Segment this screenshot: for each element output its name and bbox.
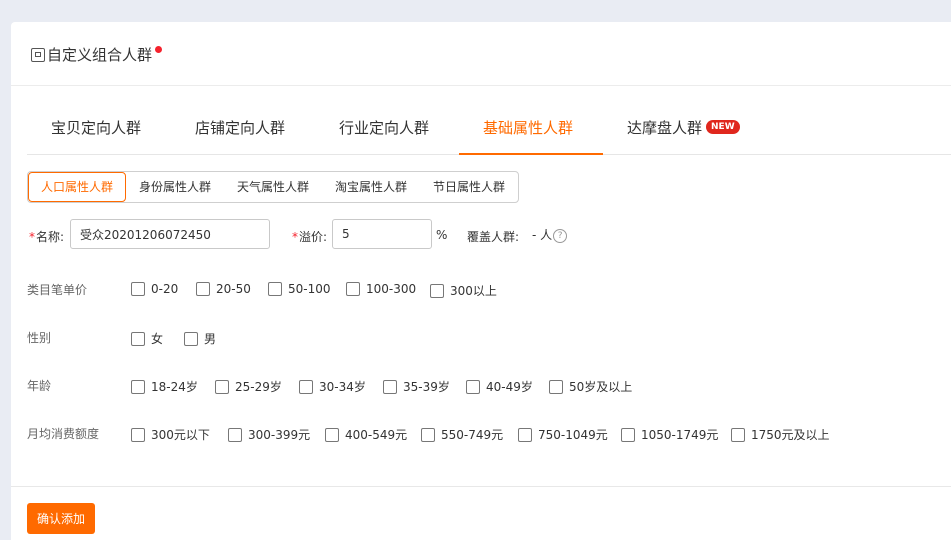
checkbox-box: [268, 282, 282, 296]
checkbox-option[interactable]: 300元以下: [131, 426, 210, 443]
checkbox-option[interactable]: 750-1049元: [518, 426, 608, 443]
confirm-add-button[interactable]: 确认添加: [27, 503, 95, 534]
checkbox-option[interactable]: 20-50: [196, 282, 251, 296]
checkbox-box: [184, 331, 198, 346]
spending-group-label: 月均消费额度: [27, 427, 100, 441]
crowd-icon: [31, 47, 45, 62]
checkbox-option[interactable]: 50-100: [268, 282, 331, 296]
checkbox-box: [131, 282, 145, 296]
checkbox-option[interactable]: 1750元及以上: [731, 426, 830, 443]
checkbox-box: [346, 282, 360, 296]
custom-crowd-panel: 自定义组合人群 宝贝定向人群 店铺定向人群 行业定向人群 基础属性人群 达摩盘人…: [11, 22, 951, 540]
price-group-label: 类目笔单价: [27, 283, 88, 297]
checkbox-option[interactable]: 50岁及以上: [549, 378, 632, 395]
name-input[interactable]: [70, 219, 270, 249]
gender-group-label: 性别: [27, 331, 52, 345]
checkbox-box: [131, 331, 145, 346]
checkbox-option[interactable]: 女: [131, 330, 163, 347]
tab-shop-crowd[interactable]: 店铺定向人群: [195, 106, 285, 154]
checkbox-box: [131, 379, 145, 394]
checkbox-option[interactable]: 25-29岁: [215, 378, 282, 395]
attribute-subtabs: 人口属性人群 身份属性人群 天气属性人群 淘宝属性人群 节日属性人群: [27, 171, 519, 203]
help-icon[interactable]: ?: [553, 228, 568, 243]
checkbox-option[interactable]: 男: [184, 330, 216, 347]
subtab-holiday[interactable]: 节日属性人群: [420, 172, 518, 202]
crowd-type-tabs: 宝贝定向人群 店铺定向人群 行业定向人群 基础属性人群 达摩盘人群 NEW: [27, 106, 951, 155]
tab-damopan-label: 达摩盘人群: [627, 119, 703, 137]
coverage-label: 覆盖人群:: [467, 230, 520, 244]
checkbox-box: [549, 379, 563, 394]
subtab-taobao[interactable]: 淘宝属性人群: [322, 172, 420, 202]
checkbox-option[interactable]: 35-39岁: [383, 378, 450, 395]
checkbox-option[interactable]: 30-34岁: [299, 378, 366, 395]
subtab-identity[interactable]: 身份属性人群: [126, 172, 224, 202]
checkbox-option[interactable]: 1050-1749元: [621, 426, 718, 443]
new-badge: NEW: [706, 120, 740, 134]
checkbox-box: [731, 427, 745, 442]
checkbox-option[interactable]: 300以上: [430, 282, 497, 299]
checkbox-option[interactable]: 18-24岁: [131, 378, 198, 395]
checkbox-option[interactable]: 0-20: [131, 282, 178, 296]
tab-item-crowd[interactable]: 宝贝定向人群: [51, 106, 141, 154]
checkbox-box: [466, 379, 480, 394]
footer-divider: [11, 486, 951, 487]
tab-damopan-crowd[interactable]: 达摩盘人群 NEW: [627, 106, 740, 154]
checkbox-option[interactable]: 100-300: [346, 282, 416, 296]
checkbox-box: [131, 427, 145, 442]
checkbox-box: [196, 282, 210, 296]
notification-dot: [155, 46, 163, 53]
premium-input[interactable]: [332, 219, 432, 249]
checkbox-box: [215, 379, 229, 394]
premium-label: *溢价:: [292, 230, 328, 244]
subtab-population[interactable]: 人口属性人群: [28, 172, 126, 202]
checkbox-box: [430, 283, 444, 298]
checkbox-option[interactable]: 400-549元: [325, 426, 407, 443]
checkbox-option[interactable]: 40-49岁: [466, 378, 533, 395]
checkbox-box: [421, 427, 435, 442]
active-tab-indicator: [459, 153, 603, 155]
age-group-label: 年龄: [27, 379, 52, 393]
checkbox-option[interactable]: 300-399元: [228, 426, 310, 443]
checkbox-box: [299, 379, 313, 394]
checkbox-option[interactable]: 550-749元: [421, 426, 503, 443]
checkbox-box: [228, 427, 242, 442]
tab-industry-crowd[interactable]: 行业定向人群: [339, 106, 429, 154]
panel-title: 自定义组合人群: [47, 46, 153, 64]
checkbox-box: [325, 427, 339, 442]
checkbox-box: [518, 427, 532, 442]
tab-basic-attribute-crowd[interactable]: 基础属性人群: [483, 106, 573, 154]
coverage-value: - 人?: [532, 226, 568, 243]
checkbox-box: [621, 427, 635, 442]
panel-header: 自定义组合人群: [11, 22, 951, 86]
premium-unit: %: [436, 228, 448, 242]
name-label: *名称:: [29, 230, 65, 244]
checkbox-box: [383, 379, 397, 394]
subtab-weather[interactable]: 天气属性人群: [224, 172, 322, 202]
